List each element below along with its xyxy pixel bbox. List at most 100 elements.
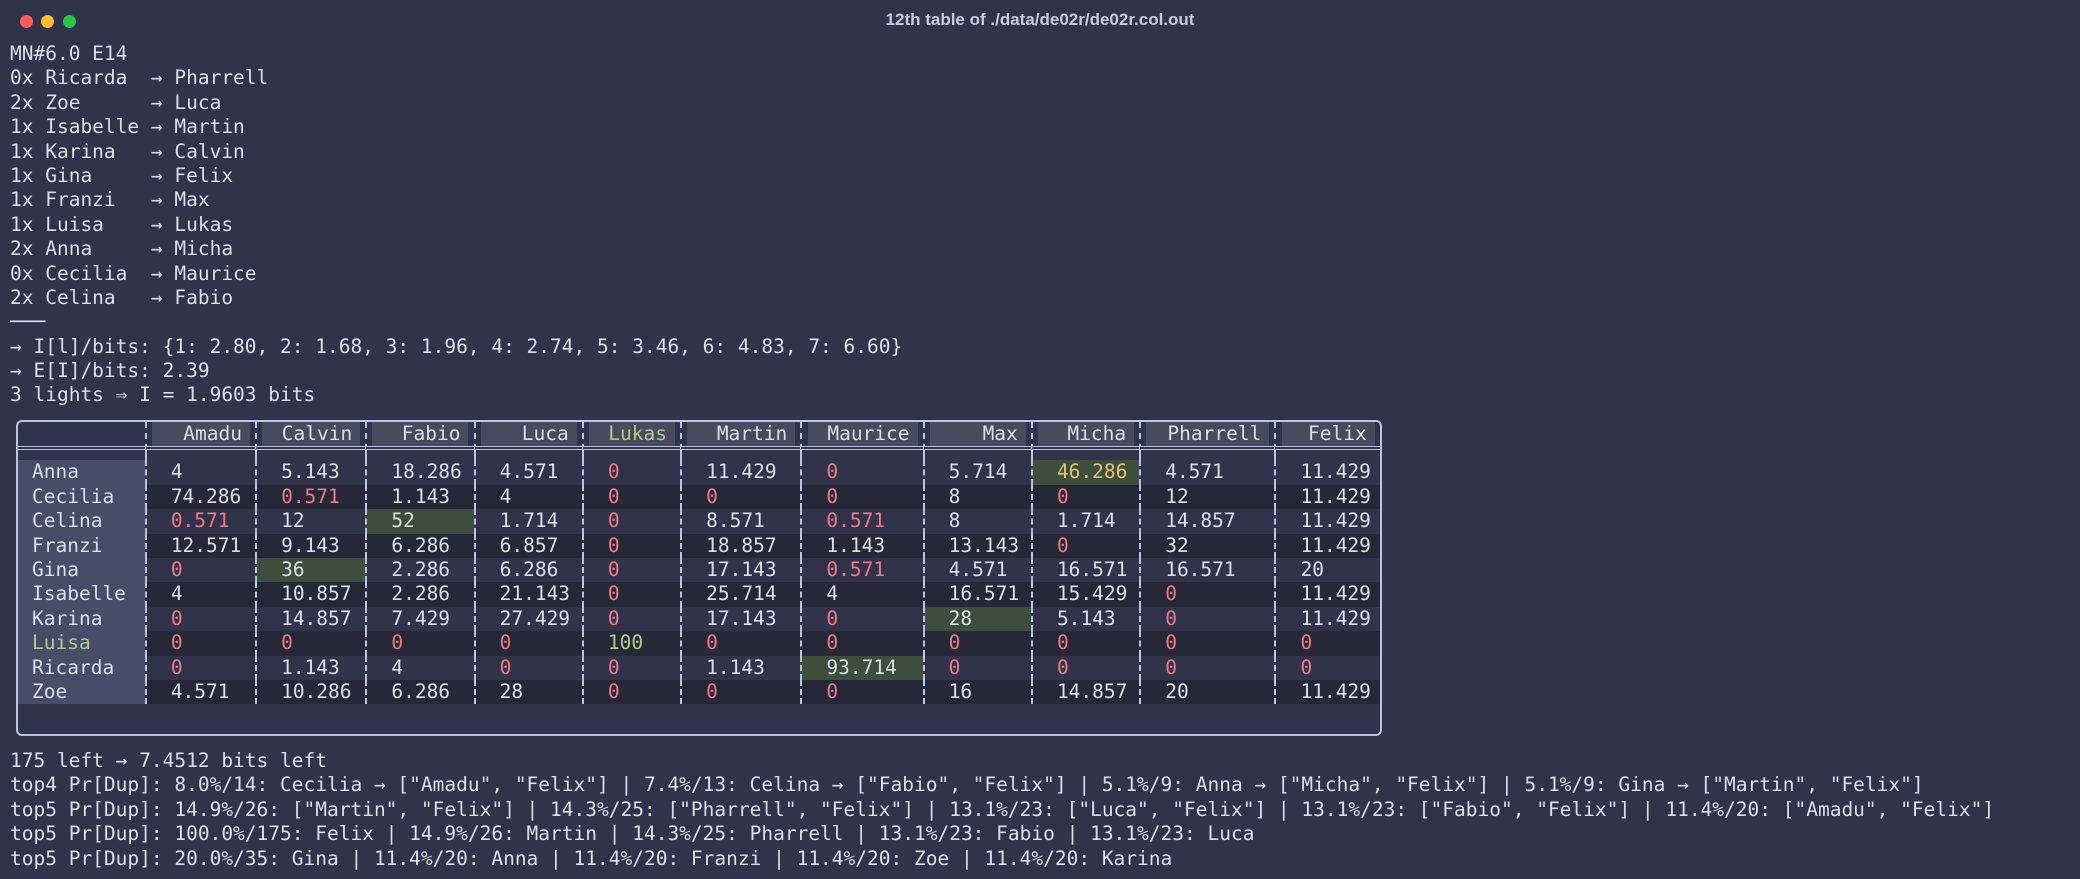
- column-header: Felix: [1274, 422, 1380, 451]
- terminal-line: 175 left → 7.4512 bits left: [10, 749, 327, 772]
- table-cell: 0: [144, 655, 255, 681]
- terminal-line: 2x Anna → Micha: [10, 237, 234, 261]
- table-cell: 0.571: [255, 484, 366, 510]
- table-row: Isabelle 4 10.857 2.286 21.143 0 25.714 4 16.571…: [18, 582, 1380, 607]
- table-cell: 0: [1030, 533, 1140, 559]
- table-cell: 0: [581, 509, 680, 534]
- table-row: Celina 0.571 12 52 1.714 0 8.571 0.571 8 1.714 14.…: [18, 509, 1380, 534]
- table-cell: 0: [581, 460, 680, 485]
- table-cell: 0: [800, 460, 922, 485]
- column-header: Amadu: [144, 422, 256, 451]
- table-cell: 0: [365, 631, 474, 656]
- table-row: Karina 0 14.857 7.429 27.429 0 17.143 0 28 5.143 0…: [18, 606, 1380, 632]
- table-cell: 20: [1274, 558, 1380, 583]
- table-cell: 0: [1139, 606, 1274, 632]
- table-cell: 0: [581, 606, 680, 632]
- table-cell: 4: [473, 484, 582, 510]
- table-cell: 5.143: [255, 460, 365, 485]
- row-label: Anna: [18, 460, 145, 485]
- column-header: Luca: [473, 422, 582, 451]
- table-cell: 0: [581, 582, 681, 607]
- assignment-table: Amadu Calvin Fabio Luca Lukas Martin Maurice Ma…: [16, 420, 1382, 736]
- table-cell: 9.143: [255, 533, 366, 559]
- table-cell: 32: [1139, 533, 1275, 559]
- terminal-line: → I[l]/bits: {1: 2.80, 2: 1.68, 3: 1.96,…: [10, 334, 903, 358]
- table-cell: 0: [144, 631, 256, 656]
- table-cell: 25.714: [680, 582, 801, 607]
- table-cell: 52: [365, 509, 474, 534]
- row-label: Luisa: [18, 631, 145, 656]
- terminal-footer-output: 175 left → 7.4512 bits left top4 Pr[Dup]:…: [10, 749, 1994, 871]
- table-cell: 27.429: [473, 606, 582, 632]
- table-corner: [18, 422, 145, 451]
- terminal-line: 1x Gina → Felix: [10, 163, 234, 187]
- table-cell: 8: [922, 484, 1031, 510]
- table-cell: 16.571: [1139, 558, 1274, 583]
- table-cell: 14.857: [255, 606, 365, 632]
- table-cell: 0.571: [144, 509, 255, 534]
- table-cell: 10.857: [255, 582, 366, 607]
- terminal-line: 2x Celina → Fabio: [10, 285, 234, 309]
- table-cell: 16: [922, 680, 1031, 705]
- row-label: Isabelle: [18, 582, 145, 607]
- table-cell: 0: [800, 631, 923, 656]
- column-header-label: Luca: [480, 422, 577, 447]
- table-cell: 0: [800, 680, 923, 705]
- table-cell: 6.286: [365, 680, 474, 705]
- terminal-line: 3 lights ⇒ I = 1.9603 bits: [10, 383, 316, 407]
- table-cell: 0.571: [800, 509, 922, 534]
- table-cell: 0: [581, 484, 681, 510]
- table-row: Luisa 0 0 0 0 100 0 0 0 0 0 0: [18, 631, 1380, 656]
- terminal-line: 1x Isabelle → Martin: [10, 115, 245, 139]
- table-cell: 0.571: [800, 558, 922, 583]
- table-row: Ricarda 0 1.143 4 0 0 1.143 93.714 0 0 0 0: [18, 655, 1380, 681]
- table-cell: 5.714: [922, 460, 1031, 485]
- column-header-label: Fabio: [372, 422, 469, 447]
- column-header-label: Felix: [1281, 422, 1375, 447]
- row-label: Zoe: [18, 680, 145, 705]
- table-cell: 4.571: [1139, 460, 1274, 485]
- table-cell: 5.143: [1030, 606, 1139, 632]
- table-cell: 0: [1030, 631, 1140, 656]
- column-header-label: Martin: [687, 422, 796, 447]
- terminal-line: top5 Pr[Dup]: 20.0%/35: Gina | 11.4%/20:…: [10, 846, 1173, 870]
- column-header: Micha: [1030, 422, 1140, 451]
- row-label: Celina: [18, 509, 145, 534]
- table-cell: 4.571: [144, 680, 256, 705]
- column-header-label: Lukas: [589, 422, 675, 447]
- table-cell: 11.429: [680, 460, 800, 485]
- table-cell: 0: [473, 631, 582, 656]
- table-cell: 14.857: [1030, 680, 1140, 705]
- table-cell: 11.429: [1274, 582, 1380, 607]
- table-cell: 0: [680, 680, 801, 705]
- window-titlebar: 12th table of ./data/de02r/de02r.col.out: [0, 0, 2080, 42]
- table-cell: 0: [680, 484, 801, 510]
- table-cell: 0: [1139, 631, 1275, 656]
- column-header: Fabio: [365, 422, 474, 451]
- table-cell: 74.286: [144, 484, 256, 510]
- row-label: Gina: [18, 558, 145, 583]
- table-cell: 17.143: [680, 558, 800, 583]
- table-cell: 18.857: [680, 533, 801, 559]
- column-header-label: Maurice: [807, 422, 918, 447]
- table-cell: 10.286: [255, 680, 366, 705]
- table-cell: 11.429: [1274, 533, 1380, 559]
- table-cell: 0: [800, 606, 922, 632]
- column-header: Calvin: [255, 422, 366, 451]
- table-cell: 0: [473, 655, 582, 681]
- table-cell: 0: [581, 680, 681, 705]
- table-cell: 93.714: [800, 655, 923, 681]
- table-cell: 21.143: [473, 582, 582, 607]
- table-cell: 11.429: [1274, 509, 1380, 534]
- terminal-line: 1x Luisa → Lukas: [10, 212, 234, 236]
- table-cell: 0: [800, 484, 923, 510]
- column-header: Max: [922, 422, 1031, 451]
- table-cell: 2.286: [365, 558, 473, 583]
- table-cell: 1.143: [365, 484, 474, 510]
- table-cell: 15.429: [1030, 582, 1140, 607]
- terminal-line: top4 Pr[Dup]: 8.0%/14: Cecilia → ["Amadu…: [10, 773, 1924, 797]
- row-label: Franzi: [18, 533, 145, 559]
- table-cell: 0: [1139, 655, 1274, 681]
- table-cell: 20: [1139, 680, 1275, 705]
- terminal-line: 1x Karina → Calvin: [10, 139, 245, 163]
